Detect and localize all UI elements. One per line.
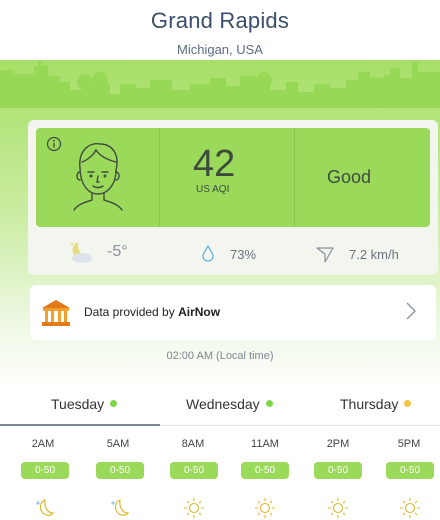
provider-name[interactable]: AirNow <box>178 305 220 319</box>
city-name: Grand Rapids <box>150 8 290 33</box>
status-dot <box>110 400 118 407</box>
tab-label: Wednesday <box>186 396 260 412</box>
moon-cloud-icon <box>71 242 92 263</box>
provider-label: Data provided by AirNow <box>84 305 220 319</box>
provider-prefix: Data provided by <box>84 305 179 319</box>
status-dot <box>265 400 273 407</box>
tab-label: Thursday <box>340 396 399 412</box>
day-tabs: Tuesday Wednesday Thursday <box>0 388 440 426</box>
humidity-value: 73% <box>230 247 257 262</box>
chevron-right-icon[interactable] <box>405 301 417 321</box>
tab-tuesday[interactable]: Tuesday <box>51 396 118 412</box>
region-name: Michigan, USA <box>177 42 263 57</box>
tab-wednesday[interactable]: Wednesday <box>186 396 273 412</box>
moon-star-icon <box>36 499 55 516</box>
building-icon <box>42 300 70 326</box>
aqi-range-badge: 0-50 <box>386 462 434 479</box>
aqi-level: Good <box>327 167 372 187</box>
aqi-range-badge: 0-50 <box>21 462 69 479</box>
face-icon <box>73 143 123 211</box>
local-time: 02:00 AM (Local time) <box>166 350 274 362</box>
sun-icon <box>255 498 275 518</box>
wind-value: 7.2 km/h <box>349 247 399 262</box>
droplet-icon <box>202 244 214 262</box>
aqi-range-badge: 0-50 <box>96 462 144 479</box>
hour-label: 2AM <box>31 438 55 450</box>
city-skyline <box>0 60 440 108</box>
tab-thursday[interactable]: Thursday <box>340 396 412 412</box>
wind-direction-icon <box>316 247 334 263</box>
aqi-range-badge: 0-50 <box>241 462 289 479</box>
hour-label: 8AM <box>181 438 205 450</box>
hour-label: 2PM <box>326 438 350 450</box>
aqi-divider <box>159 128 160 227</box>
hour-label: 5PM <box>397 438 421 450</box>
temperature-value: -5° <box>107 243 128 260</box>
hour-label: 5AM <box>106 438 130 450</box>
aqi-divider <box>294 128 295 227</box>
sun-icon <box>400 498 420 518</box>
sun-icon <box>328 498 348 518</box>
location-header: Grand Rapids Michigan, USA <box>0 0 440 57</box>
active-tab-indicator <box>0 424 160 426</box>
moon-star-icon <box>111 499 130 516</box>
aqi-range-badge: 0-50 <box>170 462 218 479</box>
info-icon[interactable] <box>46 136 62 152</box>
sun-icon <box>184 498 204 518</box>
hour-label: 11AM <box>251 438 279 450</box>
aqi-value: 42 <box>193 143 236 185</box>
status-dot <box>404 400 412 407</box>
tab-label: Tuesday <box>51 396 105 412</box>
aqi-unit: US AQI <box>196 184 230 195</box>
aqi-range-badge: 0-50 <box>314 462 362 479</box>
